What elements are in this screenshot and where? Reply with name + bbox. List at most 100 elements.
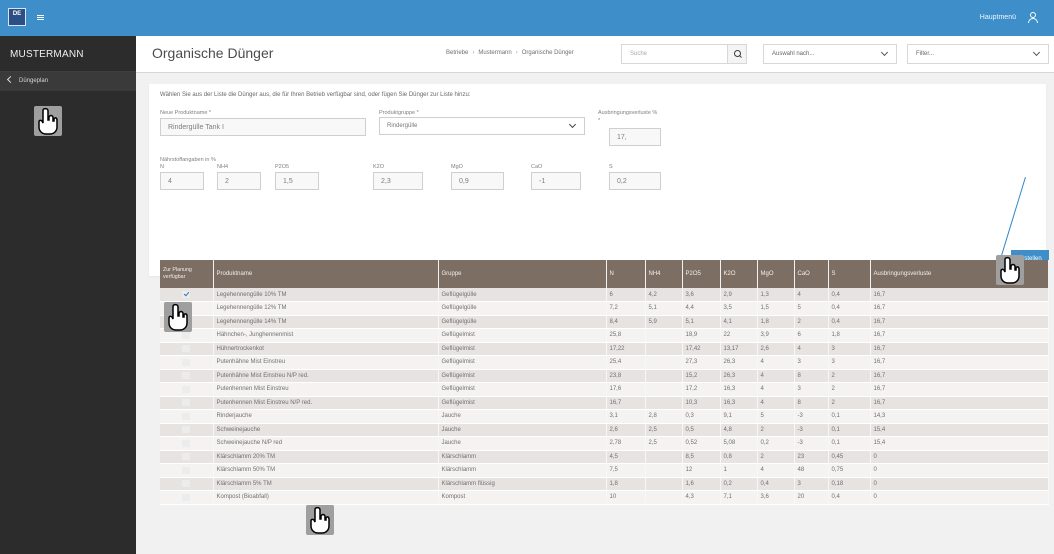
nutrient-field-p2o5[interactable]: 1,5 [275, 172, 319, 190]
table-cell: 3 [828, 342, 871, 356]
availability-checkbox[interactable] [182, 290, 191, 298]
table-cell [645, 463, 683, 478]
table-row[interactable]: Putenhähne Mist Einstreu Geflügelmist 25,4… [160, 355, 1049, 370]
availability-checkbox[interactable] [182, 345, 191, 353]
table-cell: 5,1 [645, 301, 683, 316]
table-column-header[interactable]: K2O [720, 260, 758, 288]
nutrient-field-n[interactable]: 4 [160, 172, 204, 190]
table-column-header[interactable]: Produktname [213, 260, 439, 288]
table-cell: 2,78 [606, 436, 646, 451]
table-cell: Schweinejauche [213, 423, 439, 437]
availability-cell [160, 396, 214, 410]
nutrient-field-nh4[interactable]: 2 [217, 172, 261, 190]
table-cell: Putenhennen Mist Einstreu [213, 382, 439, 397]
table-cell: 20 [794, 490, 829, 505]
table-cell [645, 342, 683, 356]
availability-checkbox[interactable] [182, 372, 191, 380]
table-cell: 16,7 [870, 382, 1049, 397]
sidebar-item-duengeplan[interactable]: Düngeplan [0, 72, 136, 91]
table-cell: 48 [794, 463, 829, 478]
table-cell [645, 396, 683, 410]
table-cell: 16,7 [870, 342, 1049, 356]
table-cell: 4,3 [682, 490, 721, 505]
table-cell: 17,22 [606, 342, 646, 356]
table-row[interactable]: Legehennengülle 10% TM Geflügelgülle 6 4,2 3… [160, 288, 1049, 302]
product-name-field[interactable]: Rindergülle Tank I [160, 118, 366, 136]
table-row[interactable]: Kompost (Bioabfall) Kompost 10 4,3 7,1 3,6 20 0… [160, 490, 1049, 505]
table-row[interactable]: Legehennengülle 12% TM Geflügelgülle 7,2 5,… [160, 301, 1049, 316]
table-cell: 1,8 [757, 315, 795, 329]
table-row[interactable]: Klärschlamm 20% TM Klärschlamm 4,5 8,5 0,8 2 2… [160, 450, 1049, 464]
nutrient-label-nh4: NH4 [217, 164, 229, 170]
table-column-header[interactable]: S [828, 260, 871, 288]
availability-checkbox[interactable] [182, 466, 191, 474]
search-icon[interactable] [727, 45, 746, 63]
table-column-header[interactable]: Gruppe [438, 260, 607, 288]
table-cell: 0 [870, 477, 1049, 491]
table-row[interactable]: Schweinejauche Jauche 2,6 2,5 0,5 4,8 2 -3 0,1 15… [160, 423, 1049, 437]
loss-field[interactable]: 17, [609, 128, 661, 146]
table-cell: Putenhennen Mist Einstreu N/P red. [213, 396, 439, 410]
table-column-header[interactable]: P2O5 [682, 260, 721, 288]
nutrient-field-s[interactable]: 0,2 [609, 172, 661, 190]
availability-checkbox[interactable] [182, 453, 191, 461]
nutrient-field-k2o[interactable]: 2,3 [373, 172, 423, 190]
sidebar-brand: MUSTERMANN [0, 36, 136, 72]
nutrient-field-cao[interactable]: -1 [531, 172, 581, 190]
selection-dropdown[interactable]: Auswahl nach... [763, 44, 897, 64]
table-cell: 4,1 [720, 315, 758, 329]
table-cell: 4,4 [682, 301, 721, 316]
availability-checkbox[interactable] [182, 399, 191, 407]
table-column-header[interactable]: N [606, 260, 646, 288]
table-row[interactable]: Putenhennen Mist Einstreu N/P red. Geflüg… [160, 396, 1049, 410]
user-icon[interactable] [1027, 11, 1039, 23]
table-cell: Hähnchen-, Junghennenmist [213, 328, 439, 343]
table-cell: Jauche [438, 436, 607, 451]
table-row[interactable]: Hähnchen-, Junghennenmist Geflügelmist 25,… [160, 328, 1049, 343]
availability-cell [160, 409, 214, 424]
main-menu-link[interactable]: Hauptmenü [980, 14, 1016, 21]
table-column-header[interactable]: MgO [757, 260, 795, 288]
availability-checkbox[interactable] [182, 480, 191, 488]
product-group-select[interactable]: Rindergülle [379, 117, 585, 135]
hamburger-menu-icon[interactable] [37, 15, 44, 20]
table-cell: Geflügelmist [438, 342, 607, 356]
filter-dropdown[interactable]: Filter... [907, 44, 1049, 64]
table-cell: 2 [828, 396, 871, 410]
table-row[interactable]: Schweinejauche N/P red Jauche 2,78 2,5 0,52 5… [160, 436, 1049, 451]
availability-checkbox[interactable] [182, 412, 191, 420]
availability-checkbox[interactable] [182, 385, 191, 393]
breadcrumb-item-mustermann[interactable]: Mustermann [478, 50, 511, 56]
table-row[interactable]: Putenhennen Mist Einstreu Geflügelmist 17,… [160, 382, 1049, 397]
availability-checkbox[interactable] [182, 439, 191, 447]
breadcrumb-item-betriebe[interactable]: Betriebe [446, 50, 468, 56]
table-column-header[interactable]: NH4 [645, 260, 683, 288]
availability-checkbox[interactable] [182, 358, 191, 366]
availability-checkbox[interactable] [182, 331, 191, 339]
availability-checkbox[interactable] [182, 493, 191, 501]
table-cell: 4 [757, 396, 795, 410]
table-cell: 16,7 [870, 288, 1049, 302]
table-cell: 16,7 [870, 315, 1049, 329]
table-cell: 25,4 [606, 355, 646, 370]
availability-checkbox[interactable] [182, 426, 191, 434]
table-row[interactable]: Legehennengülle 14% TM Geflügelgülle 8,4 5,… [160, 315, 1049, 329]
table-cell: Klärschlamm flüssig [438, 477, 607, 491]
table-row[interactable]: Klärschlamm 50% TM Klärschlamm 7,5 12 1 4 48 0,… [160, 463, 1049, 478]
table-column-header[interactable]: CaO [794, 260, 829, 288]
table-cell: 17,42 [682, 342, 721, 356]
nutrient-field-mgo[interactable]: 0,9 [451, 172, 504, 190]
table-row[interactable]: Klärschlamm 5% TM Klärschlamm flüssig 1,8 1… [160, 477, 1049, 491]
table-cell: Klärschlamm [438, 450, 607, 464]
table-cell: Geflügelgülle [438, 301, 607, 316]
table-row[interactable]: Hühnertrockenkot Geflügelmist 17,22 17,42 13… [160, 342, 1049, 356]
search-input[interactable]: Suche [621, 44, 747, 64]
table-column-header[interactable]: Zur Planung verfügbar [160, 260, 214, 288]
table-cell: Jauche [438, 423, 607, 437]
table-cell: 27,3 [682, 355, 721, 370]
table-row[interactable]: Putenhähne Mist Einstreu N/P red. Geflüge… [160, 369, 1049, 383]
table-row[interactable]: Rinderjauche Jauche 3,1 2,8 0,3 9,1 5 -3 0,1 14,3 [160, 409, 1049, 424]
table-cell: -3 [794, 409, 829, 424]
breadcrumb-separator: › [472, 50, 475, 56]
table-cell: 0,4 [828, 490, 871, 505]
